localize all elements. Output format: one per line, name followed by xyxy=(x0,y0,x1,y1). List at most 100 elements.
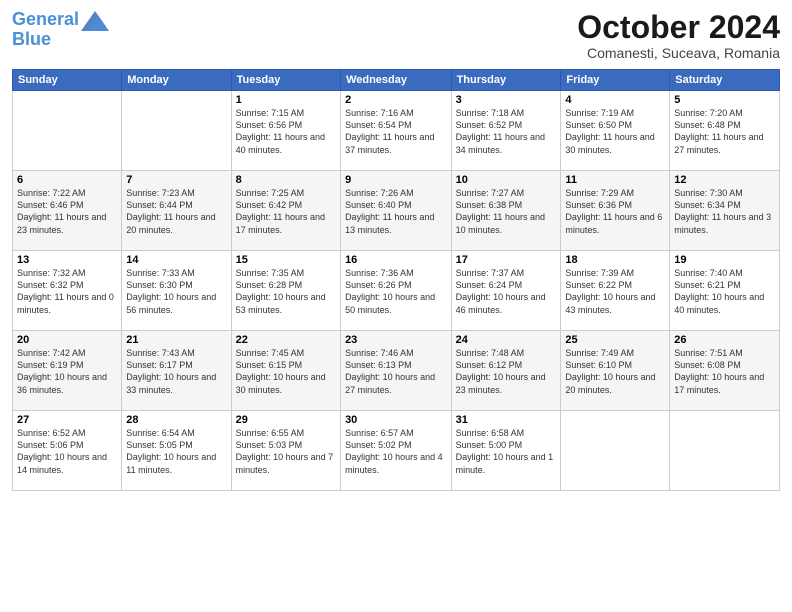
day-cell: 14Sunrise: 7:33 AM Sunset: 6:30 PM Dayli… xyxy=(122,251,231,331)
day-cell: 5Sunrise: 7:20 AM Sunset: 6:48 PM Daylig… xyxy=(670,91,780,171)
day-detail: Sunrise: 7:51 AM Sunset: 6:08 PM Dayligh… xyxy=(674,347,775,396)
month-title: October 2024 xyxy=(577,10,780,45)
day-detail: Sunrise: 7:29 AM Sunset: 6:36 PM Dayligh… xyxy=(565,187,665,236)
day-detail: Sunrise: 6:55 AM Sunset: 5:03 PM Dayligh… xyxy=(236,427,336,476)
day-cell: 28Sunrise: 6:54 AM Sunset: 5:05 PM Dayli… xyxy=(122,411,231,491)
day-detail: Sunrise: 7:37 AM Sunset: 6:24 PM Dayligh… xyxy=(456,267,557,316)
day-number: 25 xyxy=(565,334,665,346)
day-cell: 23Sunrise: 7:46 AM Sunset: 6:13 PM Dayli… xyxy=(341,331,452,411)
day-number: 15 xyxy=(236,254,336,266)
day-detail: Sunrise: 6:58 AM Sunset: 5:00 PM Dayligh… xyxy=(456,427,557,476)
day-cell: 4Sunrise: 7:19 AM Sunset: 6:50 PM Daylig… xyxy=(561,91,670,171)
day-number: 16 xyxy=(345,254,447,266)
day-detail: Sunrise: 7:42 AM Sunset: 6:19 PM Dayligh… xyxy=(17,347,117,396)
day-detail: Sunrise: 7:46 AM Sunset: 6:13 PM Dayligh… xyxy=(345,347,447,396)
th-monday: Monday xyxy=(122,70,231,91)
th-sunday: Sunday xyxy=(13,70,122,91)
day-number: 8 xyxy=(236,174,336,186)
day-detail: Sunrise: 7:16 AM Sunset: 6:54 PM Dayligh… xyxy=(345,107,447,156)
day-number: 9 xyxy=(345,174,447,186)
day-number: 27 xyxy=(17,414,117,426)
day-detail: Sunrise: 7:25 AM Sunset: 6:42 PM Dayligh… xyxy=(236,187,336,236)
day-detail: Sunrise: 7:18 AM Sunset: 6:52 PM Dayligh… xyxy=(456,107,557,156)
day-cell xyxy=(122,91,231,171)
day-cell: 2Sunrise: 7:16 AM Sunset: 6:54 PM Daylig… xyxy=(341,91,452,171)
logo-general: General xyxy=(12,9,79,29)
day-detail: Sunrise: 7:30 AM Sunset: 6:34 PM Dayligh… xyxy=(674,187,775,236)
subtitle: Comanesti, Suceava, Romania xyxy=(577,45,780,61)
day-number: 18 xyxy=(565,254,665,266)
logo-blue: Blue xyxy=(12,29,51,49)
day-cell: 25Sunrise: 7:49 AM Sunset: 6:10 PM Dayli… xyxy=(561,331,670,411)
day-number: 31 xyxy=(456,414,557,426)
week-row-1: 6Sunrise: 7:22 AM Sunset: 6:46 PM Daylig… xyxy=(13,171,780,251)
day-cell: 30Sunrise: 6:57 AM Sunset: 5:02 PM Dayli… xyxy=(341,411,452,491)
week-row-3: 20Sunrise: 7:42 AM Sunset: 6:19 PM Dayli… xyxy=(13,331,780,411)
title-block: October 2024 Comanesti, Suceava, Romania xyxy=(577,10,780,61)
logo: General Blue xyxy=(12,10,109,50)
day-detail: Sunrise: 6:52 AM Sunset: 5:06 PM Dayligh… xyxy=(17,427,117,476)
th-friday: Friday xyxy=(561,70,670,91)
th-thursday: Thursday xyxy=(451,70,561,91)
day-cell: 11Sunrise: 7:29 AM Sunset: 6:36 PM Dayli… xyxy=(561,171,670,251)
day-detail: Sunrise: 7:20 AM Sunset: 6:48 PM Dayligh… xyxy=(674,107,775,156)
day-cell: 24Sunrise: 7:48 AM Sunset: 6:12 PM Dayli… xyxy=(451,331,561,411)
day-detail: Sunrise: 7:26 AM Sunset: 6:40 PM Dayligh… xyxy=(345,187,447,236)
day-detail: Sunrise: 7:49 AM Sunset: 6:10 PM Dayligh… xyxy=(565,347,665,396)
day-number: 28 xyxy=(126,414,226,426)
week-row-2: 13Sunrise: 7:32 AM Sunset: 6:32 PM Dayli… xyxy=(13,251,780,331)
day-cell: 7Sunrise: 7:23 AM Sunset: 6:44 PM Daylig… xyxy=(122,171,231,251)
page-container: General Blue October 2024 Comanesti, Suc… xyxy=(0,0,792,499)
th-tuesday: Tuesday xyxy=(231,70,340,91)
header: General Blue October 2024 Comanesti, Suc… xyxy=(12,10,780,61)
day-number: 26 xyxy=(674,334,775,346)
day-number: 6 xyxy=(17,174,117,186)
day-detail: Sunrise: 7:48 AM Sunset: 6:12 PM Dayligh… xyxy=(456,347,557,396)
day-cell: 10Sunrise: 7:27 AM Sunset: 6:38 PM Dayli… xyxy=(451,171,561,251)
day-cell xyxy=(670,411,780,491)
day-number: 7 xyxy=(126,174,226,186)
day-detail: Sunrise: 7:45 AM Sunset: 6:15 PM Dayligh… xyxy=(236,347,336,396)
day-cell: 12Sunrise: 7:30 AM Sunset: 6:34 PM Dayli… xyxy=(670,171,780,251)
day-number: 12 xyxy=(674,174,775,186)
day-number: 30 xyxy=(345,414,447,426)
day-cell: 8Sunrise: 7:25 AM Sunset: 6:42 PM Daylig… xyxy=(231,171,340,251)
day-cell: 29Sunrise: 6:55 AM Sunset: 5:03 PM Dayli… xyxy=(231,411,340,491)
day-cell: 31Sunrise: 6:58 AM Sunset: 5:00 PM Dayli… xyxy=(451,411,561,491)
th-wednesday: Wednesday xyxy=(341,70,452,91)
day-number: 11 xyxy=(565,174,665,186)
day-number: 13 xyxy=(17,254,117,266)
day-detail: Sunrise: 7:33 AM Sunset: 6:30 PM Dayligh… xyxy=(126,267,226,316)
day-detail: Sunrise: 7:22 AM Sunset: 6:46 PM Dayligh… xyxy=(17,187,117,236)
day-number: 1 xyxy=(236,94,336,106)
day-detail: Sunrise: 6:54 AM Sunset: 5:05 PM Dayligh… xyxy=(126,427,226,476)
day-cell: 22Sunrise: 7:45 AM Sunset: 6:15 PM Dayli… xyxy=(231,331,340,411)
day-cell: 15Sunrise: 7:35 AM Sunset: 6:28 PM Dayli… xyxy=(231,251,340,331)
day-cell: 9Sunrise: 7:26 AM Sunset: 6:40 PM Daylig… xyxy=(341,171,452,251)
day-cell: 26Sunrise: 7:51 AM Sunset: 6:08 PM Dayli… xyxy=(670,331,780,411)
day-cell: 13Sunrise: 7:32 AM Sunset: 6:32 PM Dayli… xyxy=(13,251,122,331)
day-detail: Sunrise: 7:32 AM Sunset: 6:32 PM Dayligh… xyxy=(17,267,117,316)
day-cell: 17Sunrise: 7:37 AM Sunset: 6:24 PM Dayli… xyxy=(451,251,561,331)
day-number: 23 xyxy=(345,334,447,346)
day-cell: 16Sunrise: 7:36 AM Sunset: 6:26 PM Dayli… xyxy=(341,251,452,331)
day-cell: 19Sunrise: 7:40 AM Sunset: 6:21 PM Dayli… xyxy=(670,251,780,331)
day-number: 3 xyxy=(456,94,557,106)
day-cell xyxy=(561,411,670,491)
day-cell: 20Sunrise: 7:42 AM Sunset: 6:19 PM Dayli… xyxy=(13,331,122,411)
logo-icon xyxy=(81,11,109,33)
day-number: 29 xyxy=(236,414,336,426)
day-detail: Sunrise: 7:43 AM Sunset: 6:17 PM Dayligh… xyxy=(126,347,226,396)
day-detail: Sunrise: 7:27 AM Sunset: 6:38 PM Dayligh… xyxy=(456,187,557,236)
day-cell xyxy=(13,91,122,171)
day-cell: 27Sunrise: 6:52 AM Sunset: 5:06 PM Dayli… xyxy=(13,411,122,491)
week-row-0: 1Sunrise: 7:15 AM Sunset: 6:56 PM Daylig… xyxy=(13,91,780,171)
logo-text: General Blue xyxy=(12,10,79,50)
day-number: 21 xyxy=(126,334,226,346)
day-number: 20 xyxy=(17,334,117,346)
day-cell: 1Sunrise: 7:15 AM Sunset: 6:56 PM Daylig… xyxy=(231,91,340,171)
day-number: 24 xyxy=(456,334,557,346)
header-row: Sunday Monday Tuesday Wednesday Thursday… xyxy=(13,70,780,91)
day-detail: Sunrise: 7:35 AM Sunset: 6:28 PM Dayligh… xyxy=(236,267,336,316)
calendar-table: Sunday Monday Tuesday Wednesday Thursday… xyxy=(12,69,780,491)
